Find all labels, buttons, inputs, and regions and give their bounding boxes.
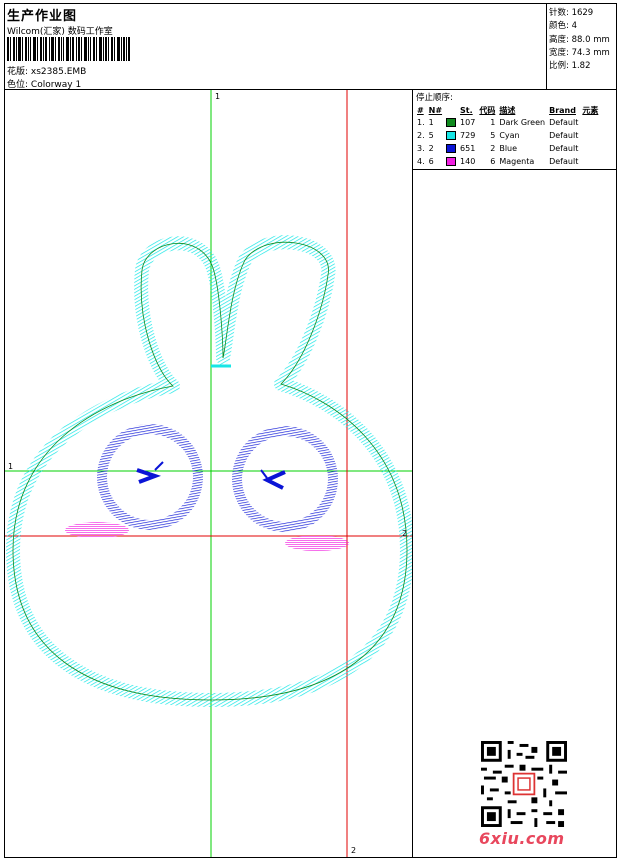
row-index: 2.: [417, 131, 425, 140]
table-row: 4. 6 140 6 Magenta Default: [415, 155, 600, 168]
row-swatch: [444, 155, 458, 168]
design-label: 花版:: [7, 67, 29, 77]
row-description: Cyan: [499, 131, 520, 140]
right-cheek: [285, 535, 349, 551]
col-description: 描述: [499, 105, 516, 115]
row-stitches: 651: [460, 144, 476, 153]
row-needle: 1: [428, 118, 434, 127]
row-code: 2: [490, 144, 496, 153]
row-brand: Default: [549, 118, 579, 127]
colorway: 色位: Colorway 1: [7, 77, 81, 90]
row-element: [580, 155, 600, 168]
design-value: xs2385.EMB: [30, 67, 87, 77]
design-width: 宽度: 74.3 mm: [549, 48, 610, 58]
row-code: 5: [490, 131, 496, 140]
row-element: [580, 142, 600, 155]
table-row: 3. 2 651 2 Blue Default: [415, 142, 600, 155]
row-needle: 2: [428, 144, 434, 153]
row-swatch: [444, 142, 458, 155]
row-swatch: [444, 129, 458, 142]
row-brand: Default: [549, 157, 579, 166]
guide-label-top: 1: [215, 92, 221, 101]
row-description: Blue: [499, 144, 518, 153]
table-header-row: # N# St. 代码 描述 Brand 元素: [415, 104, 600, 116]
col-swatch: [444, 104, 458, 116]
right-eye: [232, 426, 338, 532]
colorway-value: Colorway 1: [30, 80, 82, 90]
design-scale: 比例: 1.82: [549, 61, 591, 71]
color-swatch: [446, 118, 457, 127]
left-eye: [97, 424, 203, 530]
row-needle: 5: [428, 131, 434, 140]
row-index: 3.: [417, 144, 425, 153]
row-description: Dark Green: [499, 118, 546, 127]
design-canvas: 1 1 2 2: [5, 90, 413, 857]
row-brand: Default: [549, 131, 579, 140]
embroidery-drawing: [5, 90, 412, 857]
col-code: 代码: [479, 105, 496, 115]
row-stitches: 140: [460, 157, 476, 166]
row-stitches: 729: [460, 131, 476, 140]
col-element: 元素: [582, 105, 599, 115]
row-code: 1: [490, 118, 496, 127]
left-cheek: [65, 522, 129, 538]
color-swatch: [446, 144, 457, 153]
barcode: [7, 37, 130, 61]
stop-sequence-legend: 停止顺序: # N# St. 代码 描述 Brand 元素 1. 1 107 1…: [413, 90, 616, 170]
table-row: 1. 1 107 1 Dark Green Default: [415, 116, 600, 129]
qr-code: [481, 741, 567, 827]
col-brand: Brand: [549, 105, 576, 115]
design-file: 花版: xs2385.EMB: [7, 64, 86, 77]
col-needle: N#: [428, 105, 443, 115]
color-swatch: [446, 131, 457, 140]
row-brand: Default: [549, 144, 579, 153]
company-name: Wilcom(汇家) 数码工作室: [7, 27, 113, 37]
row-element: [580, 129, 600, 142]
col-stitches: St.: [460, 105, 473, 115]
legend-title: 停止顺序:: [416, 93, 453, 103]
row-index: 1.: [417, 118, 425, 127]
guide-label-bottom: 2: [351, 846, 357, 855]
colorway-label: 色位:: [7, 80, 29, 90]
design-height: 高度: 88.0 mm: [549, 35, 610, 45]
row-code: 6: [490, 157, 496, 166]
seal-icon: [512, 772, 536, 796]
color-swatch: [446, 157, 457, 166]
stitch-count: 针数: 1629: [549, 8, 594, 18]
row-needle: 6: [428, 157, 434, 166]
row-index: 4.: [417, 157, 425, 166]
stop-sequence-table: # N# St. 代码 描述 Brand 元素 1. 1 107 1 Dark …: [415, 104, 600, 168]
row-description: Magenta: [499, 157, 535, 166]
col-index: #: [417, 105, 424, 115]
table-row: 2. 5 729 5 Cyan Default: [415, 129, 600, 142]
site-watermark: 6xiu.com: [479, 829, 565, 848]
color-count: 颜色: 4: [549, 21, 577, 31]
page-title: 生产作业图: [7, 9, 78, 24]
guide-label-right: 2: [402, 529, 408, 538]
row-stitches: 107: [460, 118, 476, 127]
production-worksheet: 生产作业图 Wilcom(汇家) 数码工作室 花版: xs2385.EMB 色位…: [4, 3, 617, 858]
row-swatch: [444, 116, 458, 129]
row-element: [580, 116, 600, 129]
guide-label-left: 1: [8, 462, 14, 471]
stats-panel: 针数: 1629 颜色: 4 高度: 88.0 mm 宽度: 74.3 mm 比…: [546, 4, 616, 90]
header: 生产作业图 Wilcom(汇家) 数码工作室 花版: xs2385.EMB 色位…: [5, 4, 616, 90]
